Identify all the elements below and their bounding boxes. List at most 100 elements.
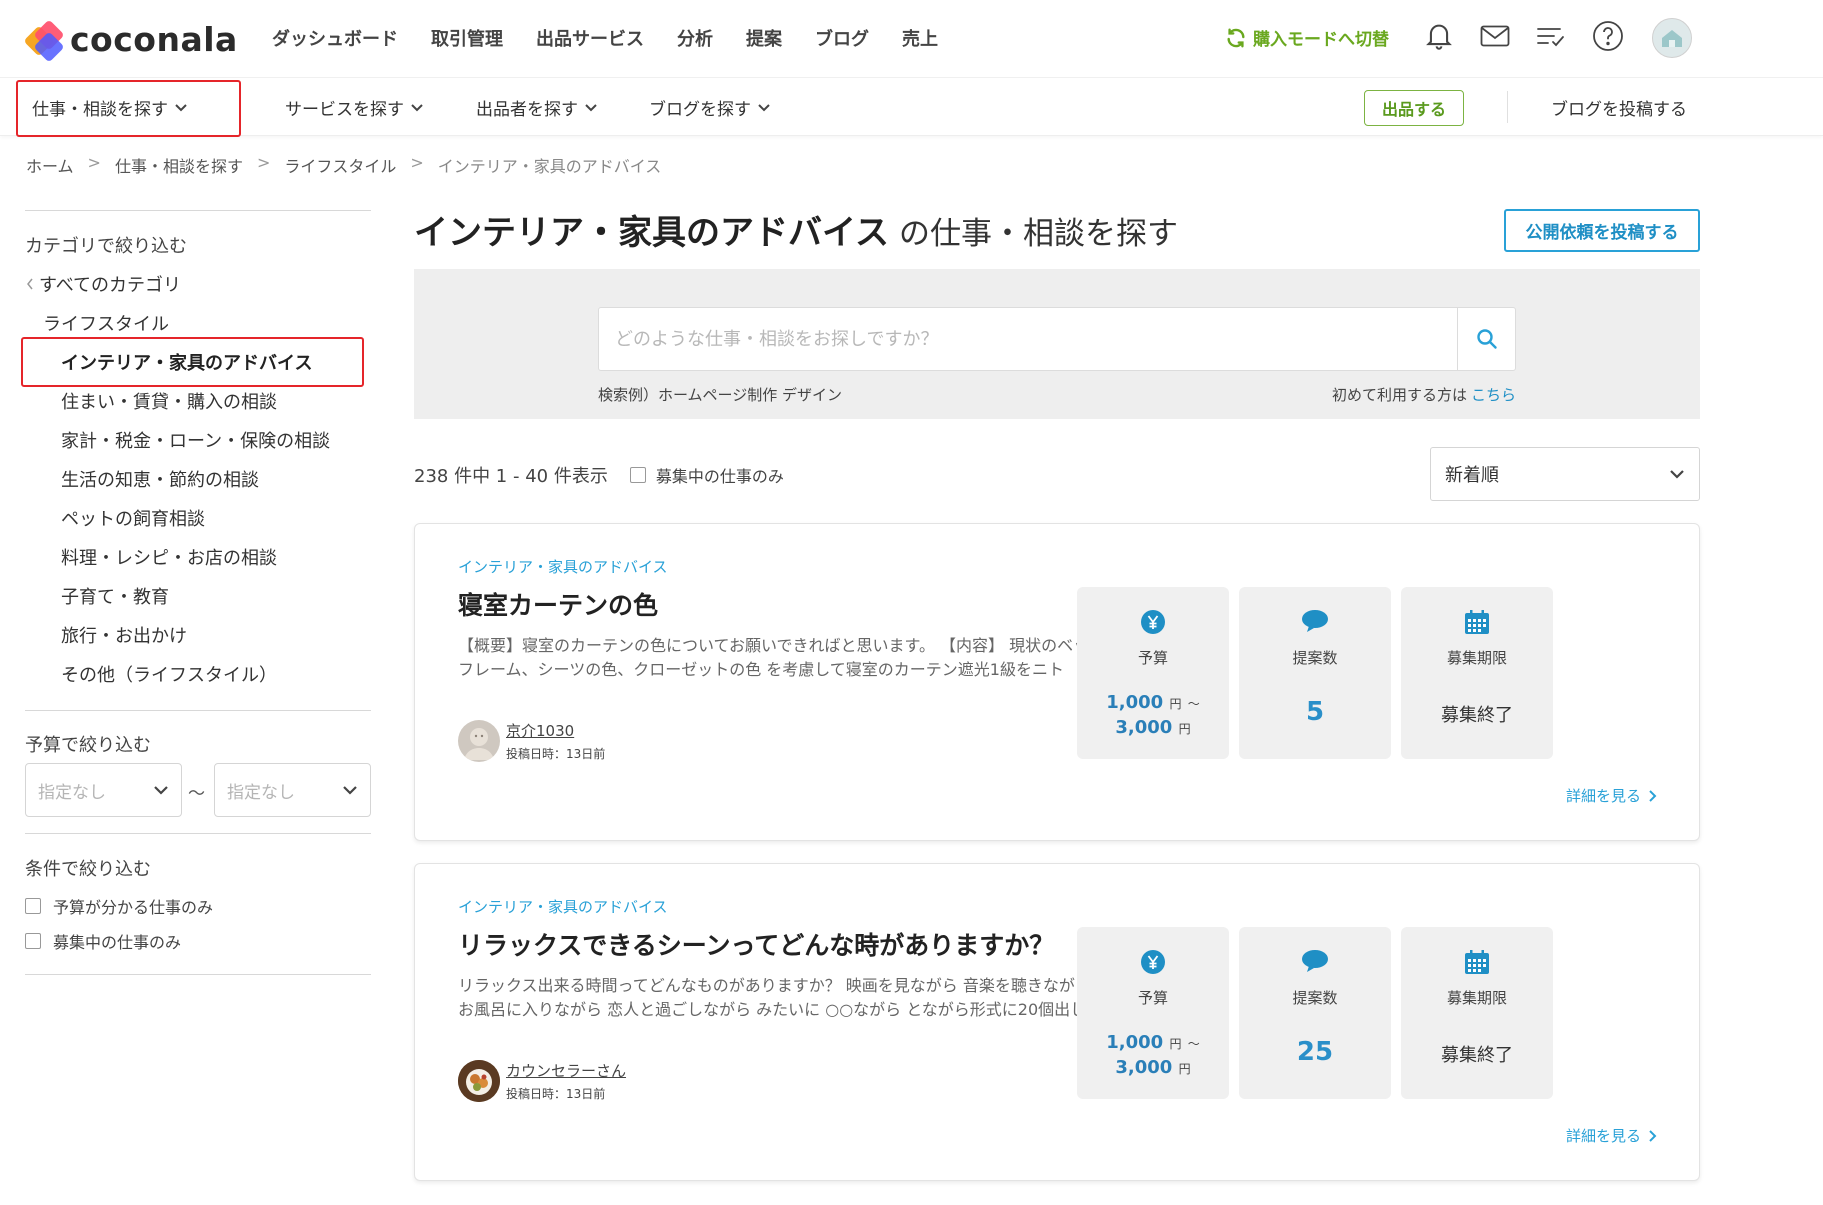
budget-max: 3,000 — [1115, 1057, 1173, 1078]
filter-recruiting-label: 募集中の仕事のみ — [53, 933, 182, 952]
job-category[interactable]: インテリア・家具のアドバイス — [458, 556, 668, 577]
nav-services[interactable]: 出品サービス — [536, 25, 644, 51]
notification-bell-icon[interactable] — [1421, 18, 1457, 54]
person-icon — [464, 728, 494, 760]
category-travel[interactable]: 旅行・お出かけ — [61, 622, 187, 648]
post-blog-link[interactable]: ブログを投稿する — [1551, 95, 1687, 120]
nav-transactions[interactable]: 取引管理 — [431, 25, 503, 51]
proposals-label: 提案数 — [1292, 989, 1338, 1007]
yen-unit: 円 — [1169, 1037, 1182, 1051]
chevron-down-icon — [585, 103, 597, 111]
nav-proposals[interactable]: 提案 — [746, 25, 782, 51]
category-housing[interactable]: 住まい・賃貸・購入の相談 — [61, 388, 277, 414]
deadline-value: 募集終了 — [1441, 705, 1513, 726]
job-description: リラックス出来る時間ってどんなものがありますか？ 映画を見ながら 音楽を聴きなが… — [458, 976, 1091, 1019]
nav-analytics[interactable]: 分析 — [677, 25, 713, 51]
yen-unit: 円 — [1178, 1062, 1191, 1076]
subnav-find-sellers[interactable]: 出品者を探す — [476, 95, 598, 120]
proposals-label: 提案数 — [1292, 649, 1338, 667]
filter-budget-known[interactable]: 予算が分かる仕事のみ — [25, 894, 213, 918]
poster-avatar[interactable] — [458, 1060, 500, 1102]
budget-min: 1,000 — [1106, 692, 1164, 713]
budget-label: 予算 — [1137, 989, 1168, 1007]
view-details-link[interactable]: 詳細を見る — [1566, 1125, 1657, 1146]
job-card[interactable]: インテリア・家具のアドバイス リラックスできるシーンってどんな時がありますか？ … — [414, 863, 1700, 1181]
budget-stat: 予算 1,000 円 〜 3,000 円 — [1077, 927, 1229, 1099]
filter-recruiting[interactable]: 募集中の仕事のみ — [25, 929, 181, 953]
mail-icon[interactable] — [1477, 18, 1513, 54]
post-public-request-button[interactable]: 公開依頼を投稿する — [1504, 209, 1700, 252]
coconala-logo[interactable]: coconala — [23, 18, 238, 63]
filter-budget-known-label: 予算が分かる仕事のみ — [53, 898, 214, 917]
job-card[interactable]: インテリア・家具のアドバイス 寝室カーテンの色 【概要】寝室のカーテンの色につい… — [414, 523, 1700, 841]
job-category[interactable]: インテリア・家具のアドバイス — [458, 896, 668, 917]
list-service-button[interactable]: 出品する — [1364, 90, 1464, 126]
job-poster: 京介1030 投稿日時：13日前 — [458, 720, 605, 762]
breadcrumb-current: インテリア・家具のアドバイス — [437, 157, 662, 176]
recruiting-only-toggle[interactable]: 募集中の仕事のみ — [629, 463, 784, 487]
checkbox[interactable] — [629, 467, 646, 483]
subnav-find-blogs[interactable]: ブログを探す — [649, 95, 771, 120]
category-pets[interactable]: ペットの飼育相談 — [61, 505, 205, 531]
breadcrumb-home[interactable]: ホーム — [26, 153, 74, 177]
breadcrumb-lifestyle[interactable]: ライフスタイル — [284, 153, 396, 177]
breadcrumb-find-jobs[interactable]: 仕事・相談を探す — [115, 153, 243, 177]
budget-min-select[interactable]: 指定なし — [25, 763, 182, 817]
job-title[interactable]: リラックスできるシーンってどんな時がありますか？ — [458, 926, 1054, 962]
subnav-find-blogs-label: ブログを探す — [649, 100, 751, 120]
budget-range-tilde: 〜 — [188, 784, 205, 804]
proposals-stat: 提案数 5 — [1239, 587, 1391, 759]
task-list-icon[interactable] — [1533, 18, 1569, 54]
chevron-down-icon — [758, 103, 770, 111]
user-avatar[interactable] — [1652, 18, 1692, 58]
range-separator: 〜 — [1187, 1037, 1200, 1051]
subnav-find-services-label: サービスを探す — [285, 100, 404, 120]
nav-sales[interactable]: 売上 — [902, 25, 938, 51]
divider — [1507, 91, 1508, 123]
chevron-right-icon — [1649, 789, 1657, 802]
budget-max: 3,000 — [1115, 717, 1173, 738]
view-details-label: 詳細を見る — [1565, 1127, 1641, 1145]
category-filter-heading: カテゴリで絞り込む — [25, 236, 187, 257]
help-icon[interactable] — [1590, 18, 1626, 54]
top-nav: ダッシュボード 取引管理 出品サービス 分析 提案 ブログ 売上 — [272, 25, 938, 51]
sort-select[interactable]: 新着順 — [1430, 447, 1700, 501]
highlight-box — [21, 337, 364, 387]
breadcrumb: ホーム > 仕事・相談を探す > ライフスタイル > インテリア・家具のアドバイ… — [26, 153, 661, 177]
subnav-find-services[interactable]: サービスを探す — [285, 95, 424, 120]
deadline-value: 募集終了 — [1441, 1045, 1513, 1066]
category-life-tips[interactable]: 生活の知恵・節約の相談 — [61, 466, 259, 492]
search-input[interactable] — [599, 308, 1457, 370]
sidebar-divider — [25, 974, 371, 975]
chevron-left-icon — [27, 278, 33, 290]
poster-name[interactable]: 京介1030 — [506, 720, 605, 741]
nav-blog[interactable]: ブログ — [815, 25, 869, 51]
checkbox[interactable] — [25, 898, 41, 914]
switch-to-buyer-mode[interactable]: 購入モードへ切替 — [1225, 25, 1389, 50]
search-example: 検索例）ホームページ制作 デザイン — [598, 386, 843, 404]
category-lifestyle[interactable]: ライフスタイル — [43, 310, 169, 336]
nav-dashboard[interactable]: ダッシュボード — [272, 25, 398, 51]
poster-name[interactable]: カウンセラーさん — [506, 1060, 626, 1081]
view-details-link[interactable]: 詳細を見る — [1566, 785, 1657, 806]
category-parenting[interactable]: 子育て・教育 — [61, 583, 169, 609]
checkbox[interactable] — [25, 933, 41, 949]
proposals-stat: 提案数 25 — [1239, 927, 1391, 1099]
category-household-finance[interactable]: 家計・税金・ローン・保険の相談 — [61, 427, 330, 453]
logo-text: coconala — [70, 20, 238, 59]
results-toolbar: 238 件中 1 - 40 件表示 募集中の仕事のみ — [414, 462, 784, 488]
all-categories-link[interactable]: すべてのカテゴリ — [25, 271, 181, 297]
yen-icon — [1141, 950, 1165, 974]
first-time-link[interactable]: こちら — [1471, 386, 1516, 404]
conditions-filter-heading: 条件で絞り込む — [25, 859, 151, 880]
posted-date: 投稿日時：13日前 — [506, 1087, 606, 1101]
poster-avatar[interactable] — [458, 720, 500, 762]
search-button[interactable] — [1457, 308, 1515, 370]
job-title[interactable]: 寝室カーテンの色 — [458, 586, 658, 622]
deadline-stat: 募集期限 募集終了 — [1401, 587, 1553, 759]
budget-max-select[interactable]: 指定なし — [214, 763, 371, 817]
category-cooking[interactable]: 料理・レシピ・お店の相談 — [61, 544, 277, 570]
highlight-box — [16, 80, 241, 137]
calendar-icon — [1465, 950, 1489, 974]
category-lifestyle-other[interactable]: その他（ライフスタイル） — [61, 661, 277, 687]
